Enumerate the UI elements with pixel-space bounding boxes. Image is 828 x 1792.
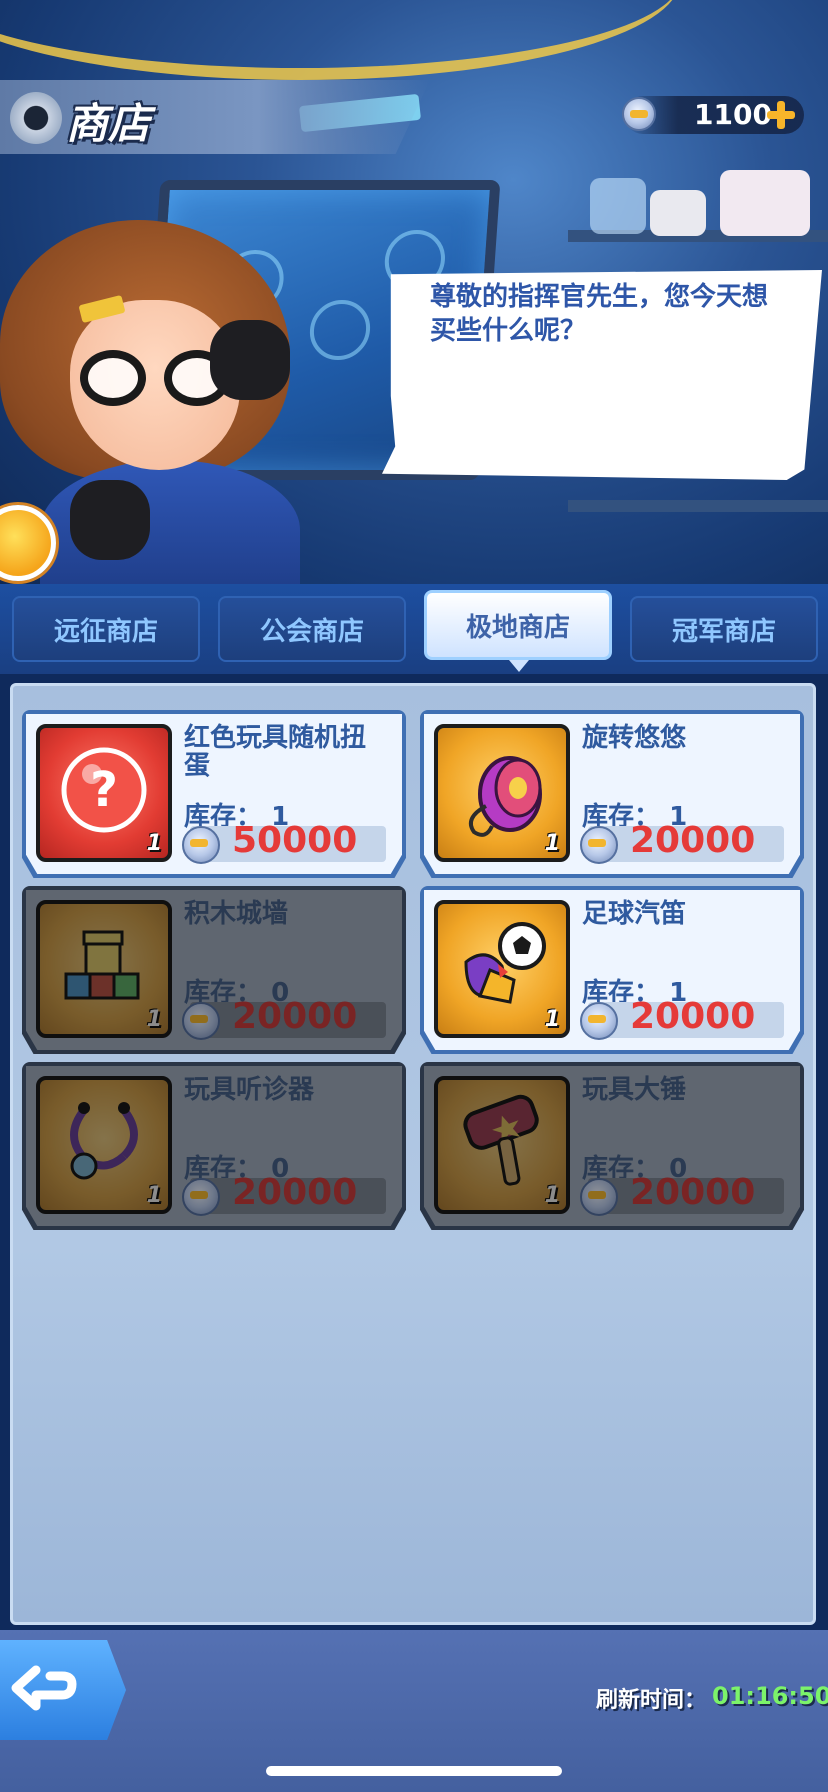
soccer-whistle-icon: 1 [434, 900, 570, 1038]
item-quantity: 1 [544, 1007, 560, 1032]
tab-label: 极地商店 [465, 612, 570, 643]
shop-item-card[interactable]: 1 积木城墙 库存： 0 20000 [22, 886, 406, 1054]
shop-item-card[interactable]: 1 玩具听诊器 库存： 0 20000 [22, 1062, 406, 1230]
item-quantity: 1 [544, 831, 560, 856]
yoyo-icon: 1 [434, 724, 570, 862]
coin-icon [182, 826, 220, 864]
svg-text:?: ? [90, 762, 118, 818]
item-quantity: 1 [544, 1183, 560, 1208]
tab-expedition-shop[interactable]: 远征商店 [12, 596, 200, 662]
lab-device [650, 190, 706, 236]
item-name: 足球汽笛 [582, 899, 687, 929]
coin-icon [182, 1178, 220, 1216]
refresh-label: 刷新时间： [596, 1688, 707, 1713]
hammer-icon: 1 [434, 1076, 570, 1214]
item-quantity: 1 [146, 1183, 162, 1208]
npc-glasses [80, 350, 230, 410]
active-tab-pointer [509, 660, 529, 672]
home-indicator[interactable] [266, 1766, 562, 1776]
gear-icon [10, 92, 62, 144]
add-currency-button[interactable] [766, 100, 796, 130]
item-price: 20000 [232, 1172, 358, 1213]
item-price: 20000 [630, 996, 756, 1037]
page-title: 商店 [66, 99, 151, 148]
tab-guild-shop[interactable]: 公会商店 [218, 596, 406, 662]
item-quantity: 1 [146, 1007, 162, 1032]
tab-label: 冠军商店 [671, 616, 776, 647]
header-bar [0, 80, 430, 154]
item-name: 玩具大锤 [582, 1075, 687, 1105]
lab-shelf [568, 500, 828, 512]
shop-item-card[interactable]: 1 足球汽笛 库存： 1 20000 [420, 886, 804, 1054]
lab-jar [590, 178, 646, 234]
block-wall-icon: 1 [36, 900, 172, 1038]
item-price: 20000 [630, 820, 756, 861]
item-name: 玩具听诊器 [184, 1075, 315, 1105]
item-name: 旋转悠悠 [582, 723, 687, 753]
item-price: 50000 [232, 820, 358, 861]
coin-icon [622, 97, 656, 131]
npc-glove-left [70, 480, 150, 560]
npc-glove-right [210, 320, 290, 400]
red-capsule-icon: ? 1 [36, 724, 172, 862]
back-arrow-icon [11, 1665, 77, 1711]
coin-icon [182, 1002, 220, 1040]
coin-icon [580, 1178, 618, 1216]
coin-icon [580, 826, 618, 864]
shop-item-card[interactable]: 1 玩具大锤 库存： 0 20000 [420, 1062, 804, 1230]
item-price: 20000 [630, 1172, 756, 1213]
shop-item-card[interactable]: ? 1 红色玩具随机扭蛋 库存： 1 50000 [22, 710, 406, 878]
refresh-countdown: 01:16:50 [712, 1682, 828, 1710]
item-quantity: 1 [146, 831, 162, 856]
tab-champion-shop[interactable]: 冠军商店 [630, 596, 818, 662]
currency-amount: 1100 [694, 98, 772, 131]
npc-dialog-text: 尊敬的指挥官先生，您今天想买些什么呢？ [430, 282, 769, 346]
tab-label: 公会商店 [259, 616, 364, 647]
coin-icon [580, 1002, 618, 1040]
tab-polar-shop[interactable]: 极地商店 [424, 590, 612, 660]
item-name: 积木城墙 [184, 899, 289, 929]
stethoscope-icon: 1 [36, 1076, 172, 1214]
tab-label: 远征商店 [53, 616, 158, 647]
ceiling-arc [0, 0, 680, 80]
lab-box [720, 170, 810, 236]
shop-item-card[interactable]: 1 旋转悠悠 库存： 1 20000 [420, 710, 804, 878]
item-price: 20000 [232, 996, 358, 1037]
item-name: 红色玩具随机扭蛋 [184, 723, 367, 781]
